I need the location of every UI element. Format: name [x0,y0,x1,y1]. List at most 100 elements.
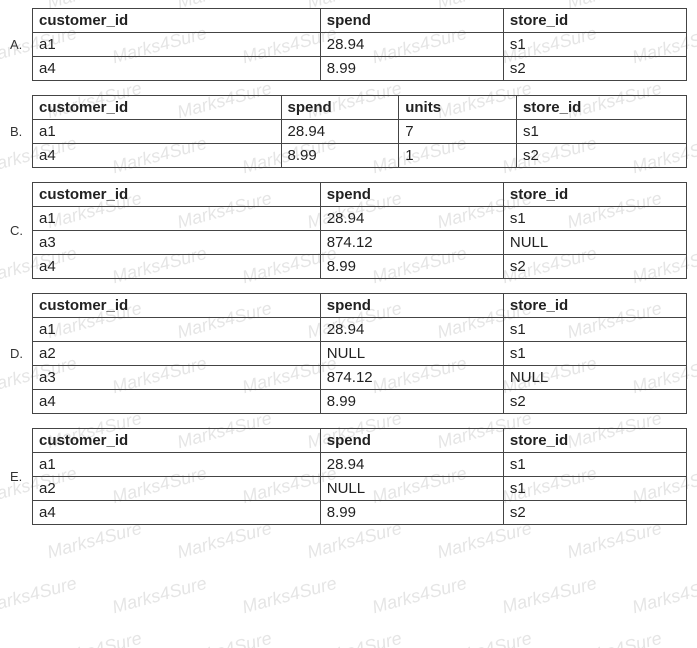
option-label: D. [10,346,32,361]
table-header-cell: store_id [503,183,686,207]
table-cell: s1 [516,120,686,144]
table-row: a48.99s2 [33,57,687,81]
table-cell: 28.94 [320,453,503,477]
table-row: a2NULLs1 [33,477,687,501]
table-cell: s2 [503,501,686,525]
table-header-cell: units [399,96,517,120]
table-cell: a1 [33,207,321,231]
table-header-cell: store_id [503,9,686,33]
table-cell: NULL [503,231,686,255]
table-row: a48.991s2 [33,144,687,168]
table-cell: a1 [33,453,321,477]
watermark: Marks4Sure [175,628,274,648]
table-cell: a3 [33,231,321,255]
option-label: C. [10,223,32,238]
table-header-cell: customer_id [33,9,321,33]
table-cell: 28.94 [281,120,399,144]
option-item: E.customer_idspendstore_ida128.94s1a2NUL… [10,428,687,525]
table-cell: s1 [503,318,686,342]
option-item: D.customer_idspendstore_ida128.94s1a2NUL… [10,293,687,414]
table-header-row: customer_idspendstore_id [33,294,687,318]
table-cell: NULL [320,342,503,366]
table-cell: s2 [503,255,686,279]
table-cell: a3 [33,366,321,390]
table-cell: 8.99 [320,390,503,414]
table-cell: a1 [33,33,321,57]
table-cell: s1 [503,342,686,366]
table-header-row: customer_idspendstore_id [33,183,687,207]
option-label: A. [10,37,32,52]
table-header-cell: store_id [503,429,686,453]
table-cell: s1 [503,453,686,477]
option-item: A.customer_idspendstore_ida128.94s1a48.9… [10,8,687,81]
table-header-row: customer_idspendstore_id [33,9,687,33]
option-label: E. [10,469,32,484]
table-row: a128.94s1 [33,33,687,57]
watermark: Marks4Sure [435,628,534,648]
table-cell: 7 [399,120,517,144]
table-cell: NULL [503,366,686,390]
table-row: a48.99s2 [33,255,687,279]
table-header-cell: customer_id [33,429,321,453]
table-cell: s1 [503,33,686,57]
table-cell: a2 [33,342,321,366]
table-cell: a4 [33,57,321,81]
table-row: a3874.12NULL [33,366,687,390]
option-label: B. [10,124,32,139]
table-header-cell: spend [320,183,503,207]
table-cell: 874.12 [320,366,503,390]
table-row: a128.94s1 [33,453,687,477]
table-cell: a1 [33,120,282,144]
table-cell: a4 [33,255,321,279]
table-cell: 28.94 [320,318,503,342]
table-row: a3874.12NULL [33,231,687,255]
table-cell: a1 [33,318,321,342]
table-header-cell: spend [281,96,399,120]
data-table: customer_idspendstore_ida128.94s1a2NULLs… [32,428,687,525]
data-table: customer_idspendunitsstore_ida128.947s1a… [32,95,687,168]
table-header-row: customer_idspendunitsstore_id [33,96,687,120]
table-cell: a4 [33,390,321,414]
table-header-cell: customer_id [33,183,321,207]
table-cell: s2 [503,57,686,81]
table-header-cell: spend [320,429,503,453]
table-row: a2NULLs1 [33,342,687,366]
data-table: customer_idspendstore_ida128.94s1a3874.1… [32,182,687,279]
table-cell: s2 [516,144,686,168]
watermark: Marks4Sure [370,573,469,618]
table-header-cell: spend [320,294,503,318]
option-item: B.customer_idspendunitsstore_ida128.947s… [10,95,687,168]
watermark: Marks4Sure [565,628,664,648]
table-cell: 8.99 [320,501,503,525]
table-cell: 8.99 [281,144,399,168]
table-cell: a4 [33,144,282,168]
table-cell: 28.94 [320,33,503,57]
table-header-cell: store_id [516,96,686,120]
data-table: customer_idspendstore_ida128.94s1a48.99s… [32,8,687,81]
table-header-cell: store_id [503,294,686,318]
table-cell: 28.94 [320,207,503,231]
table-row: a48.99s2 [33,501,687,525]
table-cell: s1 [503,477,686,501]
table-cell: 1 [399,144,517,168]
watermark: Marks4Sure [500,573,599,618]
table-cell: 8.99 [320,57,503,81]
table-row: a128.947s1 [33,120,687,144]
table-cell: 8.99 [320,255,503,279]
table-row: a128.94s1 [33,318,687,342]
watermark: Marks4Sure [630,573,697,618]
watermark: Marks4Sure [110,573,209,618]
watermark: Marks4Sure [305,628,404,648]
data-table: customer_idspendstore_ida128.94s1a2NULLs… [32,293,687,414]
table-header-cell: customer_id [33,294,321,318]
table-header-row: customer_idspendstore_id [33,429,687,453]
table-cell: NULL [320,477,503,501]
table-header-cell: spend [320,9,503,33]
watermark: Marks4Sure [240,573,339,618]
option-item: C.customer_idspendstore_ida128.94s1a3874… [10,182,687,279]
table-cell: s2 [503,390,686,414]
watermark: Marks4Sure [0,573,79,618]
table-cell: s1 [503,207,686,231]
table-row: a128.94s1 [33,207,687,231]
watermark: Marks4Sure [45,628,144,648]
